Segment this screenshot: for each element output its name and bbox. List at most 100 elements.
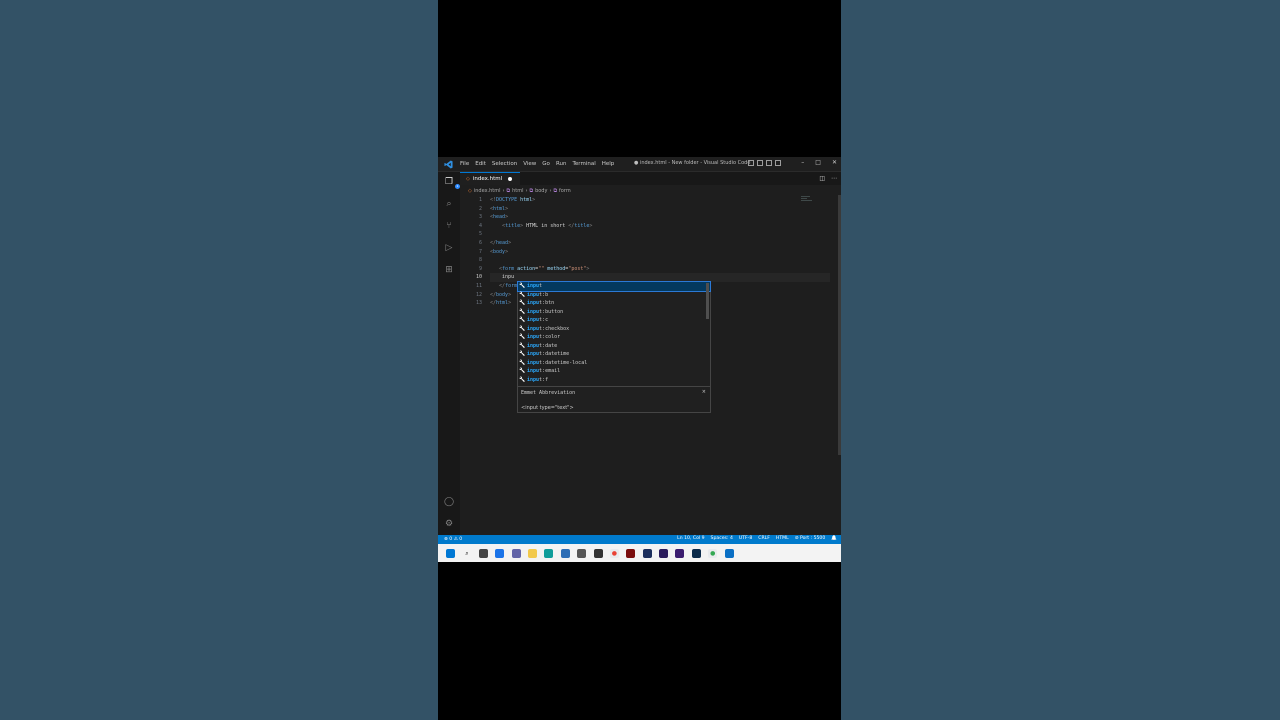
app-icon-2[interactable] — [593, 548, 603, 558]
settings-gear-icon[interactable]: ⚙ — [443, 518, 455, 530]
suggest-match: inpu — [527, 334, 540, 341]
code-line[interactable]: <head> — [490, 213, 830, 222]
code-line[interactable]: <!DOCTYPE html> — [490, 196, 830, 205]
menu-file[interactable]: File — [460, 161, 469, 167]
html-file-icon: ◇ — [466, 176, 470, 182]
suggest-item[interactable]: 🔧 inpu t:datetime-local — [518, 359, 710, 368]
code-line[interactable] — [490, 256, 830, 265]
photoshop-icon[interactable] — [691, 548, 701, 558]
toggle-primary-sidebar-icon[interactable] — [748, 160, 754, 166]
details-close-icon[interactable]: × — [702, 389, 706, 395]
suggest-item[interactable]: 🔧 inpu t — [517, 281, 711, 292]
suggest-item[interactable]: 🔧 inpu t:btn — [518, 299, 710, 308]
breadcrumb-item[interactable]: body — [535, 188, 547, 194]
run-debug-icon[interactable]: ▷ — [443, 242, 455, 254]
line-number: 8 — [478, 257, 482, 264]
breadcrumb-item[interactable]: form — [559, 188, 571, 194]
accounts-icon[interactable]: ◯ — [443, 496, 455, 508]
notifications-bell-icon[interactable]: 🔔 — [831, 536, 837, 541]
status-item[interactable]: CRLF — [758, 536, 770, 541]
suggest-match: inpu — [527, 283, 540, 290]
menu-go[interactable]: Go — [542, 161, 550, 167]
suggest-item[interactable]: 🔧 inpu t:color — [518, 333, 710, 342]
code-token: head — [496, 239, 509, 246]
menu-help[interactable]: Help — [602, 161, 615, 167]
adobe-app-icon-2[interactable] — [659, 548, 669, 558]
line-number: 7 — [478, 248, 482, 255]
breadcrumb-item[interactable]: html — [512, 188, 523, 194]
unsaved-dot-icon[interactable] — [508, 177, 513, 181]
maximize-icon[interactable]: □ — [815, 159, 821, 166]
store-icon[interactable] — [560, 548, 570, 558]
chrome-icon[interactable]: ● — [609, 548, 619, 558]
minimap[interactable] — [801, 196, 815, 206]
code-token: > — [505, 248, 509, 255]
tab-index-html[interactable]: ◇ index.html — [460, 172, 520, 185]
suggest-item[interactable]: 🔧 inpu t:email — [518, 367, 710, 376]
source-control-icon[interactable]: ⑂ — [443, 220, 455, 232]
start-icon[interactable] — [446, 548, 455, 558]
menu-view[interactable]: View — [523, 161, 536, 167]
customize-layout-icon[interactable] — [775, 160, 781, 166]
edge-icon[interactable] — [544, 548, 554, 558]
menu-terminal[interactable]: Terminal — [572, 161, 595, 167]
suggest-item[interactable]: 🔧 inpu t:b — [518, 291, 710, 300]
file-explorer-icon[interactable] — [527, 548, 537, 558]
status-item[interactable]: Spaces: 4 — [711, 536, 733, 541]
search-icon[interactable]: ⌕ — [443, 198, 455, 210]
code-line[interactable]: <body> — [490, 248, 830, 257]
vscode-taskbar-icon[interactable] — [724, 548, 734, 558]
task-view-icon[interactable] — [478, 548, 488, 558]
suggest-label: t:checkbox — [539, 325, 570, 332]
code-line[interactable]: <title> HTML in short </title> — [490, 222, 830, 231]
status-item[interactable]: HTML — [776, 536, 789, 541]
suggest-label: t:datetime — [539, 351, 570, 358]
code-line[interactable]: </head> — [490, 239, 830, 248]
explorer-icon[interactable]: ❐ 1 — [443, 176, 460, 189]
code-line[interactable]: <form action="" method="post"> — [490, 265, 830, 274]
suggest-label: t:email — [539, 368, 561, 375]
breadcrumb-item[interactable]: index.html — [474, 188, 501, 194]
menu-run[interactable]: Run — [556, 161, 567, 167]
status-item[interactable]: ⊘ Port : 5500 — [795, 536, 826, 541]
app-icon-1[interactable] — [577, 548, 587, 558]
chrome-profile-icon[interactable]: ● — [708, 548, 718, 558]
html-file-icon: ◇ — [468, 187, 472, 194]
breadcrumb: ◇ index.html › ⧉ html › ⧉ body › ⧉ form — [460, 186, 841, 195]
toggle-panel-icon[interactable] — [757, 160, 763, 166]
extensions-icon[interactable]: ⊞ — [443, 264, 455, 276]
adobe-app-icon-1[interactable] — [642, 548, 652, 558]
adobe-app-icon-3[interactable] — [675, 548, 685, 558]
video-frame: File Edit Selection View Go Run Terminal Help ●… — [438, 0, 841, 720]
suggest-item[interactable]: 🔧 inpu t:datetime — [518, 350, 710, 359]
code-token: HTML in short — [523, 222, 569, 229]
split-editor-icon[interactable]: ◫ — [819, 175, 825, 182]
suggest-item[interactable]: 🔧 inpu t:date — [518, 342, 710, 351]
suggest-match: inpu — [527, 317, 540, 324]
menu-edit[interactable]: Edit — [475, 161, 486, 167]
taskbar-search-icon[interactable]: ⌕ — [462, 549, 471, 558]
code-line[interactable]: <html> — [490, 205, 830, 214]
vscode-window: File Edit Selection View Go Run Terminal Help ●… — [438, 157, 841, 562]
suggest-item[interactable]: 🔧 inpu t:f — [518, 376, 710, 385]
editor-scrollbar[interactable] — [838, 195, 841, 455]
status-item[interactable]: UTF-8 — [739, 536, 752, 541]
code-token: form — [502, 265, 515, 272]
problems-indicator[interactable]: ⊗ 0 ⚠ 0 — [444, 537, 462, 542]
code-line[interactable] — [490, 230, 830, 239]
status-item[interactable]: Ln 10, Col 9 — [677, 536, 704, 541]
suggest-item[interactable]: 🔧 inpu t:c — [518, 316, 710, 325]
close-icon[interactable]: ✕ — [832, 159, 837, 166]
menu-selection[interactable]: Selection — [492, 161, 517, 167]
suggest-item[interactable]: 🔧 inpu t:button — [518, 308, 710, 317]
suggest-item[interactable]: 🔧 inpu t:checkbox — [518, 325, 710, 334]
adobe-illustrator-icon[interactable] — [626, 548, 636, 558]
toggle-secondary-sidebar-icon[interactable] — [766, 160, 772, 166]
title-bar: File Edit Selection View Go Run Terminal Help ●… — [438, 157, 841, 172]
suggest-match: inpu — [527, 291, 540, 298]
more-actions-icon[interactable]: ⋯ — [831, 175, 837, 182]
minimize-icon[interactable]: – — [801, 159, 804, 166]
suggest-scrollbar[interactable] — [706, 283, 709, 319]
widgets-icon[interactable] — [495, 548, 505, 558]
chat-icon[interactable] — [511, 548, 521, 558]
